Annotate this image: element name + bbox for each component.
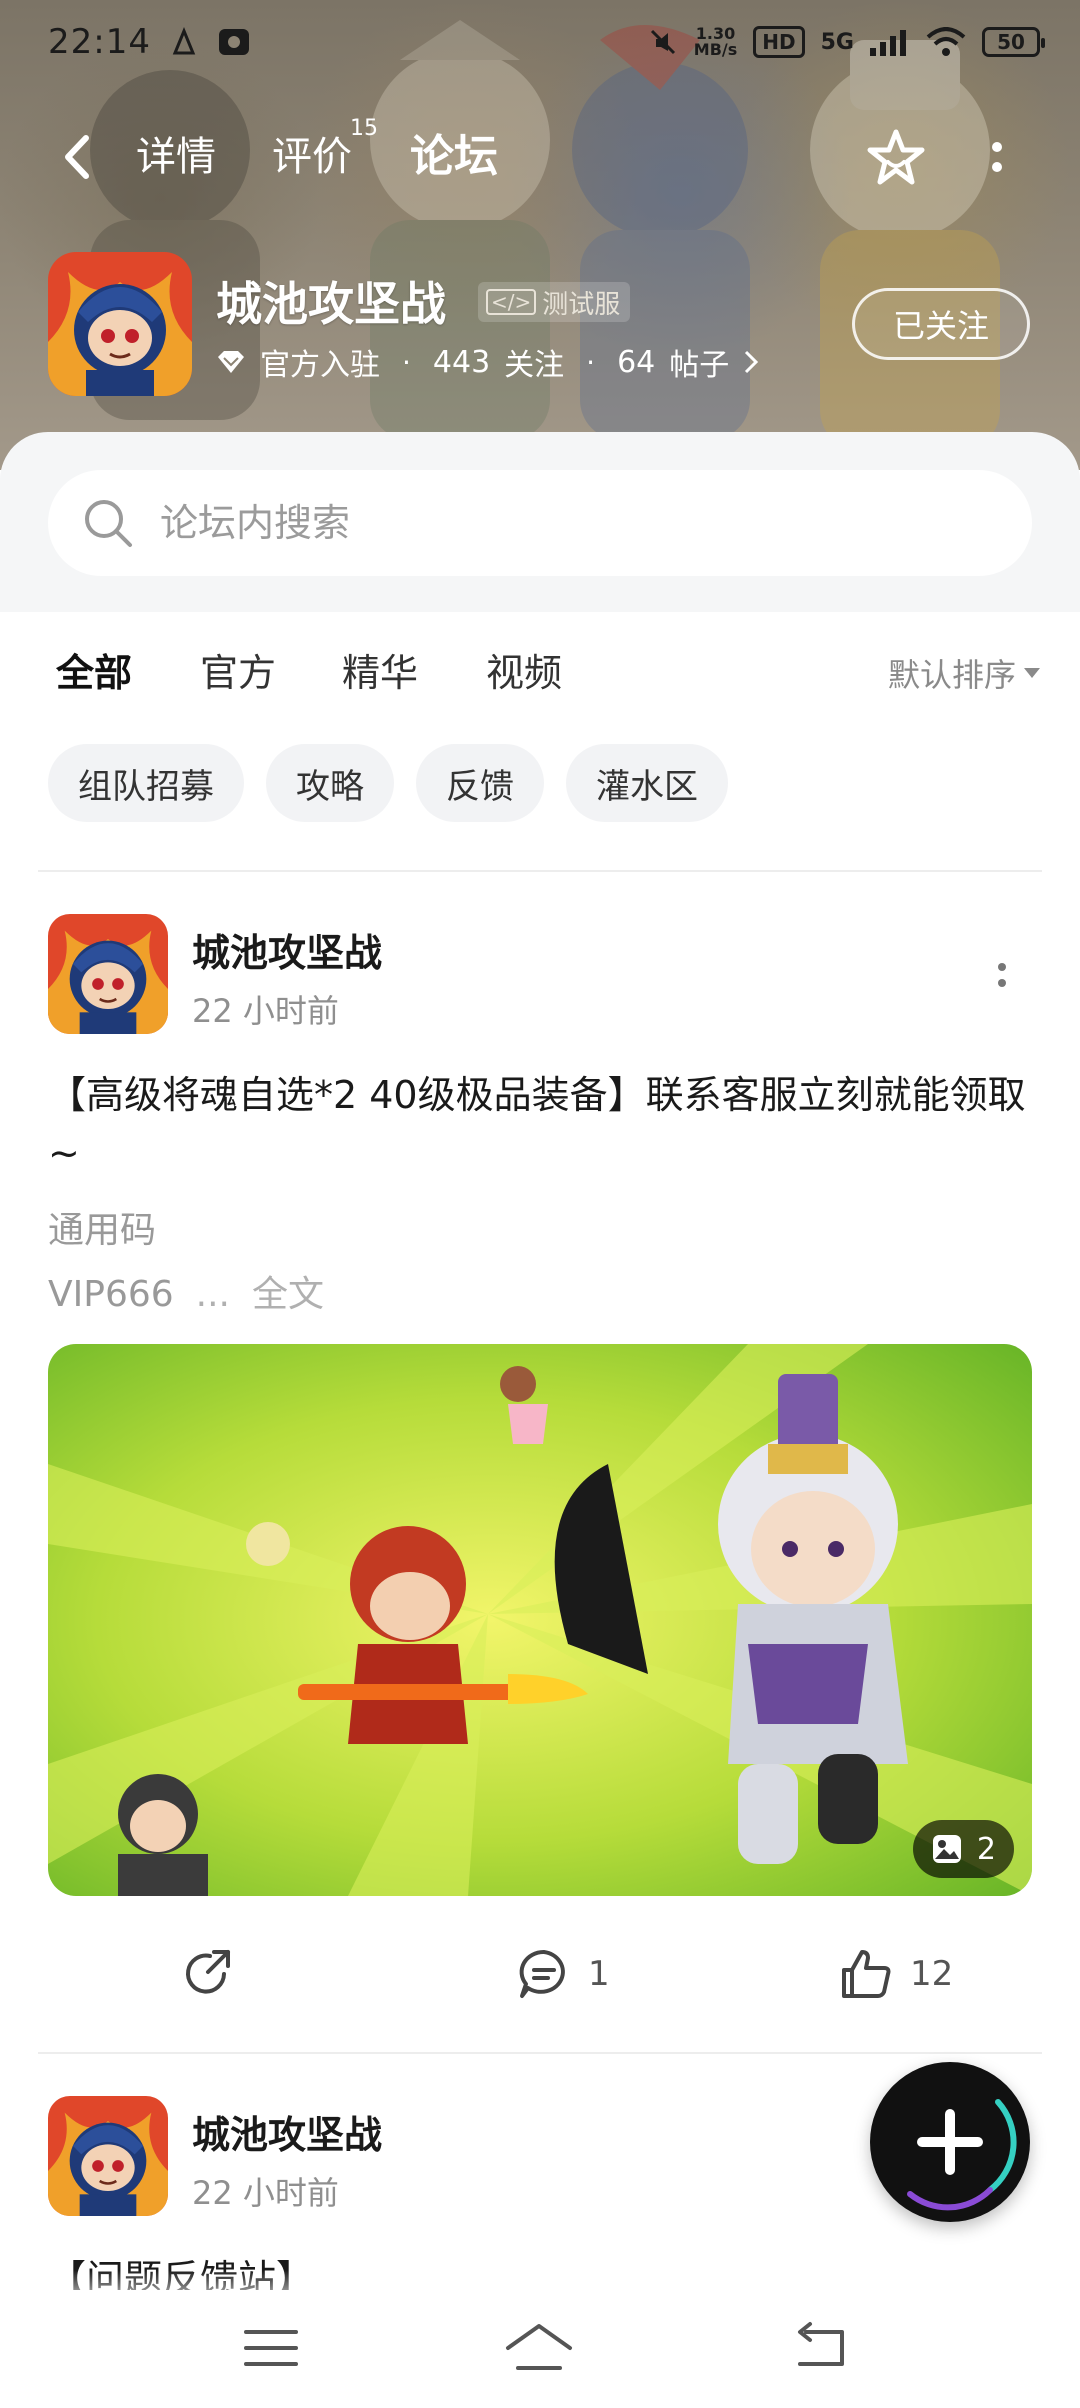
favorite-icon[interactable] <box>864 126 928 190</box>
category-tab-official[interactable]: 官方 <box>200 640 276 706</box>
post-time: 22 小时前 <box>192 2174 339 2212</box>
category-tab-video[interactable]: 视频 <box>486 640 562 706</box>
tab-forum[interactable]: 论坛 <box>410 129 498 185</box>
signal-label: 5G <box>820 29 854 55</box>
follow-button[interactable]: 已关注 <box>852 288 1030 360</box>
avatar[interactable] <box>48 2096 168 2216</box>
post-author[interactable]: 城池攻坚战 <box>192 922 382 977</box>
status-bar: 22:14 1.30 MB/s HD 5G 50 <box>0 0 1080 84</box>
mute-icon <box>650 29 675 55</box>
chip-guide[interactable]: 攻略 <box>266 744 394 822</box>
search-input[interactable] <box>160 501 980 545</box>
post-author[interactable]: 城池攻坚战 <box>192 2104 382 2159</box>
hd-indicator: HD <box>753 26 805 58</box>
post-time: 22 小时前 <box>192 992 339 1030</box>
follow-label: 关注 <box>504 348 565 383</box>
signal-icon <box>870 30 906 56</box>
post-label[interactable]: 帖子 <box>669 340 729 384</box>
chip-feedback[interactable]: 反馈 <box>416 744 544 822</box>
image-count-badge: 2 <box>912 1820 1014 1878</box>
ellipsis: ... <box>195 1274 231 1315</box>
forum-screen: 22:14 1.30 MB/s HD 5G 50 详情 评价 15 论坛 城池攻… <box>0 0 1080 2408</box>
beta-tag: </> 测试服 <box>478 282 631 322</box>
more-options-icon[interactable] <box>982 132 1012 182</box>
topic-chips: 组队招募 攻略 反馈 灌水区 <box>48 744 728 822</box>
post-body-line: 通用码 <box>48 1210 157 1251</box>
category-tab-featured[interactable]: 精华 <box>342 640 418 706</box>
chip-chat[interactable]: 灌水区 <box>566 744 728 822</box>
post-count[interactable]: 64 <box>617 345 655 380</box>
search-bar[interactable] <box>48 470 1032 576</box>
back-icon[interactable] <box>56 132 96 182</box>
home-icon[interactable] <box>504 2318 574 2378</box>
comment-icon <box>519 1949 565 1998</box>
caret-down-icon <box>1024 668 1040 678</box>
divider <box>38 870 1042 872</box>
hero-banner: 22:14 1.30 MB/s HD 5G 50 详情 评价 15 论坛 城池攻… <box>0 0 1080 470</box>
back-nav-icon[interactable] <box>786 2318 856 2378</box>
app-notification-icon <box>218 29 249 55</box>
divider <box>38 2052 1042 2054</box>
avatar[interactable] <box>48 914 168 1034</box>
tab-review[interactable]: 评价 <box>272 129 352 185</box>
diamond-icon <box>218 351 244 373</box>
game-title: 城池攻坚战 <box>216 277 446 331</box>
menu-icon[interactable] <box>236 2318 306 2378</box>
system-nav-bar <box>0 2290 1080 2408</box>
chevron-right-icon[interactable] <box>743 349 759 375</box>
chip-team-recruit[interactable]: 组队招募 <box>48 744 244 822</box>
category-tab-all[interactable]: 全部 <box>56 640 132 706</box>
share-icon <box>186 1950 230 1994</box>
wifi-icon <box>926 27 966 56</box>
share-button[interactable] <box>180 1944 240 2004</box>
full-text-link[interactable]: 全文 <box>252 1274 324 1315</box>
post-image[interactable]: 2 <box>48 1344 1032 1896</box>
network-speed: 1.30 MB/s <box>693 24 738 59</box>
post-more-icon[interactable] <box>992 950 1012 1000</box>
like-count: 12 <box>910 1954 954 1994</box>
search-icon <box>85 500 132 547</box>
comment-count: 1 <box>588 1954 610 1994</box>
category-tabs: 全部 官方 精华 视频 默认排序 <box>0 640 1080 710</box>
battery-indicator: 50 <box>982 27 1045 57</box>
thumbs-up-icon <box>842 1950 891 1998</box>
post-title[interactable]: 【高级将魂自选*2 40级极品装备】联系客服立刻就能领取~ <box>48 1066 1032 1182</box>
status-time: 22:14 <box>48 22 151 62</box>
create-post-button[interactable] <box>870 2062 1030 2222</box>
top-nav: 详情 评价 15 论坛 <box>0 112 1080 202</box>
plus-icon <box>907 2099 1017 2211</box>
post-body-line: VIP666... 全文 <box>48 1274 325 1315</box>
game-meta: 官方入驻 · 443 关注 · 64 帖子 <box>216 340 759 384</box>
follow-count: 443 <box>432 344 491 380</box>
game-icon <box>48 252 192 396</box>
comment-button[interactable]: 1 <box>514 1944 610 2004</box>
sort-dropdown[interactable]: 默认排序 <box>888 650 1040 696</box>
tab-detail[interactable]: 详情 <box>136 129 216 185</box>
like-button[interactable]: 12 <box>836 1944 953 2004</box>
search-section <box>0 432 1080 612</box>
official-label: 官方入驻 <box>260 348 380 383</box>
code-icon: </> <box>486 289 537 315</box>
review-count-badge: 15 <box>350 116 378 141</box>
notification-icon <box>172 27 196 55</box>
image-icon <box>932 1835 961 1863</box>
